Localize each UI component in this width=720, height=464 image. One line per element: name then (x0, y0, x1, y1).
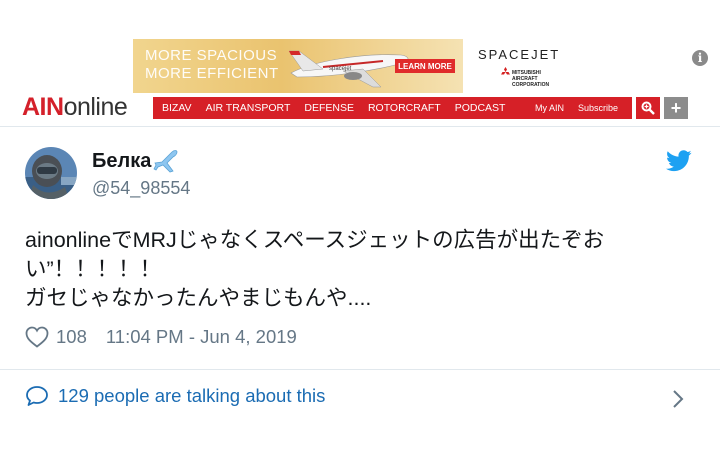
divider (0, 369, 720, 370)
nav-podcast[interactable]: PODCAST (455, 102, 506, 114)
nav-air-transport[interactable]: AIR TRANSPORT (206, 102, 291, 114)
mitsubishi-logo-icon (501, 67, 510, 75)
nav-bizav[interactable]: BIZAV (162, 102, 192, 114)
pilot-avatar-image (25, 147, 77, 199)
search-icon (641, 101, 655, 115)
conversation-text: 129 people are talking about this (58, 385, 326, 406)
ad-headline-2: MORE EFFICIENT (145, 65, 279, 82)
user-handle[interactable]: @54_98554 (92, 178, 190, 199)
nav-rotorcraft[interactable]: ROTORCRAFT (368, 102, 441, 114)
plane-livery-text: spacejet (329, 66, 352, 72)
nav-subscribe[interactable]: Subscribe (578, 103, 618, 113)
tweet-line: ガセじゃなかったんやまじもんや.... (25, 286, 372, 310)
heart-icon (25, 326, 49, 348)
nav-my-ain[interactable]: My AIN (535, 103, 564, 113)
user-name-text: Белка (92, 149, 152, 172)
ad-info-icon[interactable]: i (692, 50, 708, 66)
speech-bubble-icon (25, 385, 49, 407)
twitter-bird-icon[interactable] (666, 150, 692, 172)
search-button[interactable] (636, 97, 660, 119)
ain-logo[interactable]: AINonline (22, 92, 128, 122)
tweet-timestamp[interactable]: 11:04 PM - Jun 4, 2019 (106, 326, 297, 348)
conversation-link[interactable]: 129 people are talking about this (25, 385, 325, 407)
avatar[interactable] (25, 147, 77, 199)
tweet-line: い”！！！！！ (25, 257, 162, 281)
site-nav: BIZAV AIR TRANSPORT DEFENSE ROTORCRAFT P… (153, 97, 632, 119)
tweet-text: ainonlineでMRJじゃなくスペースジェットの広告が出たぞお い”！！！！… (25, 226, 685, 313)
learn-more-button[interactable]: LEARN MORE (395, 59, 455, 73)
like-count: 108 (56, 326, 87, 347)
chevron-right-icon[interactable] (672, 389, 684, 409)
airplane-image: spacejet (288, 50, 409, 88)
spacejet-brand: SPACEJET (478, 47, 561, 62)
user-display-name[interactable]: Белка (92, 149, 179, 173)
logo-online: online (63, 93, 128, 121)
embedded-screenshot: MORE SPACIOUS MORE EFFICIENT spacejet LE… (0, 0, 720, 127)
like-button[interactable] (25, 326, 49, 348)
screenshot-border (0, 126, 720, 127)
ad-headline-1: MORE SPACIOUS (145, 47, 278, 64)
nav-defense[interactable]: DEFENSE (304, 102, 354, 114)
plus-button[interactable]: + (664, 97, 688, 119)
mitsubishi-logo-text: MITSUBISHI AIRCRAFT CORPORATION (512, 70, 550, 88)
airplane-emoji-icon (153, 150, 178, 173)
logo-ain: AIN (22, 93, 64, 121)
ad-banner[interactable]: MORE SPACIOUS MORE EFFICIENT spacejet LE… (133, 39, 463, 93)
tweet-meta: 108 11:04 PM - Jun 4, 2019 (25, 326, 297, 348)
tweet-line: ainonlineでMRJじゃなくスペースジェットの広告が出たぞお (25, 228, 605, 252)
